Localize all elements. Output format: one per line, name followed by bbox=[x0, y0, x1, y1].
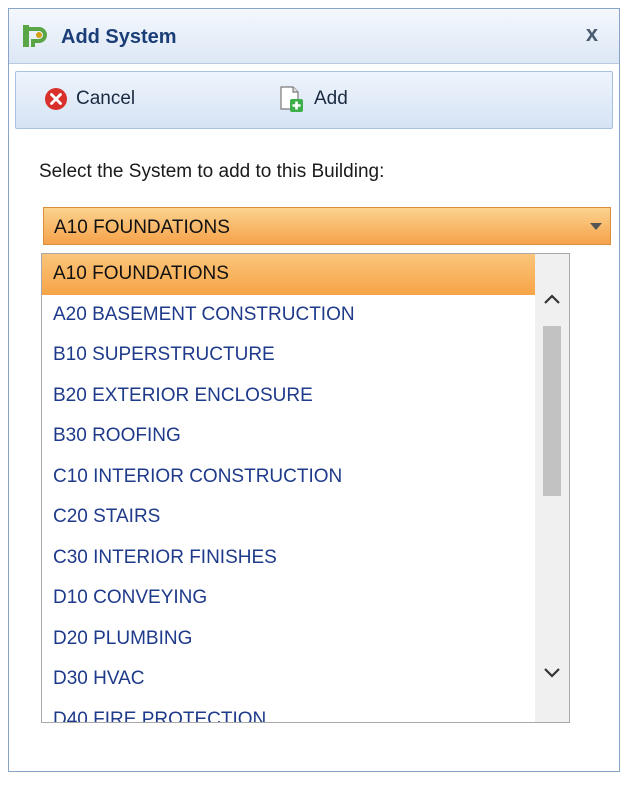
add-button[interactable]: Add bbox=[278, 82, 348, 116]
add-document-icon bbox=[278, 85, 306, 113]
list-item[interactable]: D30 HVAC bbox=[42, 659, 536, 700]
list-item[interactable]: B10 SUPERSTRUCTURE bbox=[42, 335, 536, 376]
prompt-label: Select the System to add to this Buildin… bbox=[39, 161, 385, 182]
scroll-down-button[interactable] bbox=[535, 656, 569, 690]
chevron-down-icon[interactable] bbox=[590, 223, 602, 230]
cancel-x-circle-icon bbox=[44, 87, 68, 111]
cancel-button[interactable]: Cancel bbox=[44, 82, 135, 116]
list-item[interactable]: D40 FIRE PROTECTION bbox=[42, 700, 536, 723]
building-system-icon bbox=[21, 23, 49, 51]
dialog-title: Add System bbox=[61, 26, 177, 48]
list-item[interactable]: C30 INTERIOR FINISHES bbox=[42, 538, 536, 579]
list-item[interactable]: B20 EXTERIOR ENCLOSURE bbox=[42, 376, 536, 417]
list-item[interactable]: A20 BASEMENT CONSTRUCTION bbox=[42, 295, 536, 336]
scrollbar-thumb[interactable] bbox=[543, 326, 561, 496]
add-system-dialog: Add System x Cancel Add Select the Syste… bbox=[8, 8, 620, 772]
vertical-scrollbar[interactable] bbox=[535, 254, 569, 722]
close-icon: x bbox=[585, 21, 599, 46]
combobox-value: A10 FOUNDATIONS bbox=[54, 217, 230, 238]
title-bar: Add System x bbox=[9, 9, 619, 64]
list-item[interactable]: D20 PLUMBING bbox=[42, 619, 536, 660]
system-dropdown-list: A10 FOUNDATIONS A20 BASEMENT CONSTRUCTIO… bbox=[41, 253, 570, 723]
chevron-down-icon bbox=[544, 668, 560, 678]
list-item[interactable]: C10 INTERIOR CONSTRUCTION bbox=[42, 457, 536, 498]
scroll-up-button[interactable] bbox=[535, 282, 569, 316]
add-label: Add bbox=[314, 88, 348, 109]
toolbar: Cancel Add bbox=[15, 71, 613, 129]
list-item[interactable]: D10 CONVEYING bbox=[42, 578, 536, 619]
list-item[interactable]: C20 STAIRS bbox=[42, 497, 536, 538]
chevron-up-icon bbox=[544, 294, 560, 304]
cancel-label: Cancel bbox=[76, 88, 136, 109]
list-item[interactable]: B30 ROOFING bbox=[42, 416, 536, 457]
list-item[interactable]: A10 FOUNDATIONS bbox=[42, 254, 536, 295]
dropdown-items: A10 FOUNDATIONS A20 BASEMENT CONSTRUCTIO… bbox=[42, 254, 536, 723]
system-combobox[interactable]: A10 FOUNDATIONS bbox=[43, 207, 611, 245]
close-button[interactable]: x bbox=[579, 21, 605, 47]
